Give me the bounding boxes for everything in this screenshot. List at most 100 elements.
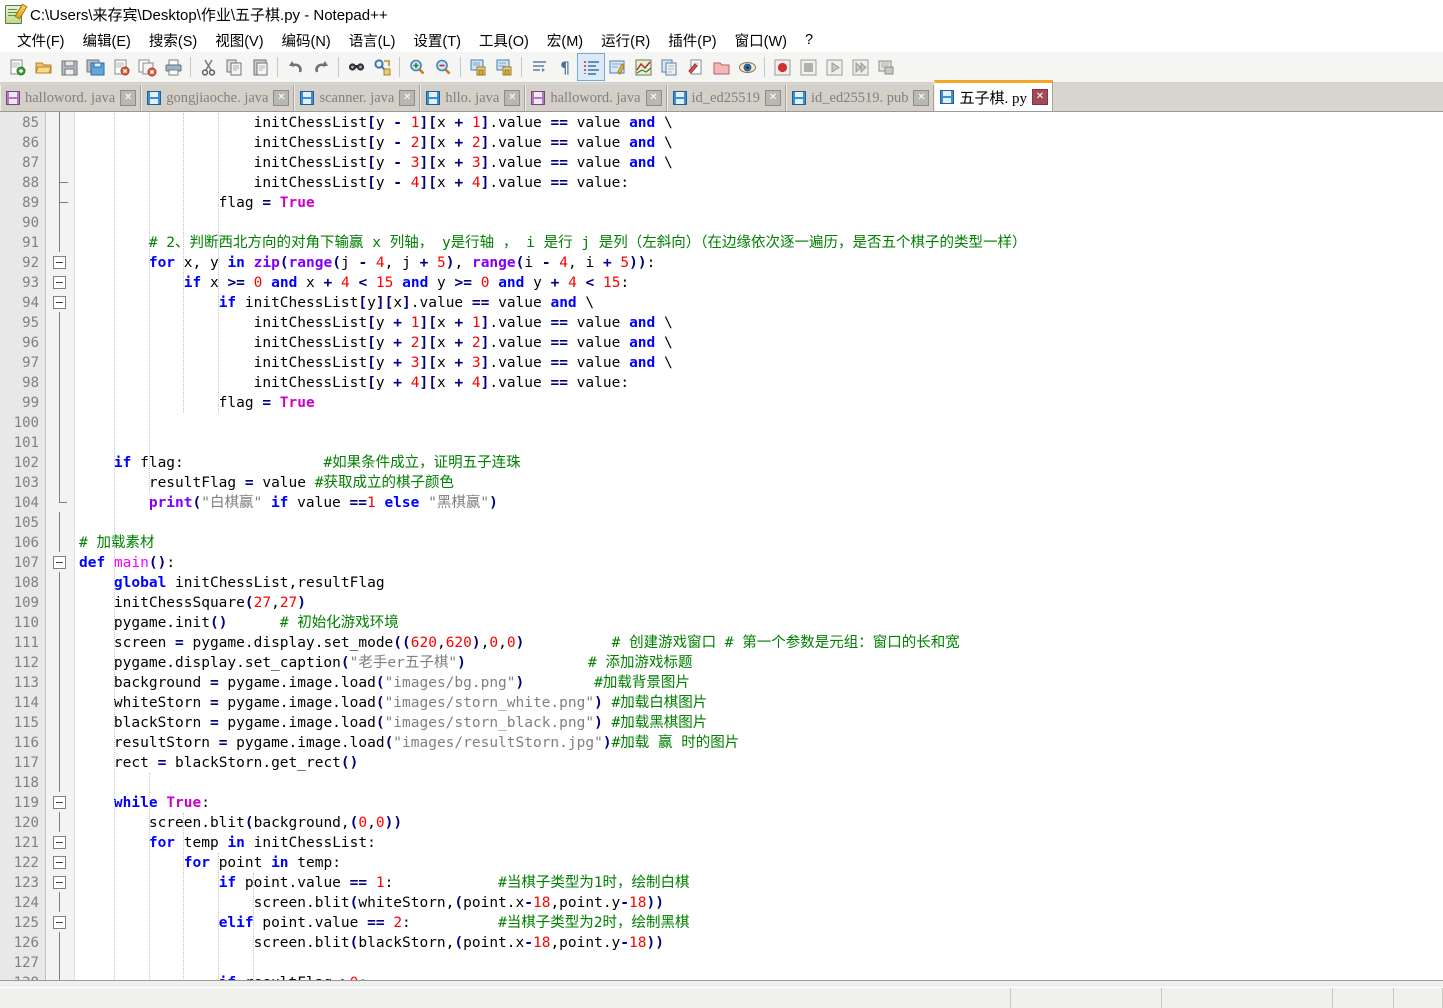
fold-row[interactable] [46, 872, 74, 892]
code-line[interactable]: resultStorn = pygame.image.load("images/… [75, 733, 1443, 753]
code-line[interactable]: resultFlag = value #获取成立的棋子颜色 [75, 473, 1443, 493]
code-line[interactable]: blackStorn = pygame.image.load("images/s… [75, 713, 1443, 733]
fold-row[interactable] [46, 672, 74, 692]
fold-row[interactable] [46, 572, 74, 592]
code-line[interactable]: while True: [75, 793, 1443, 813]
fold-toggle-icon[interactable] [53, 856, 66, 869]
save-icon[interactable] [56, 54, 82, 80]
fold-row[interactable] [46, 272, 74, 292]
code-line[interactable]: screen.blit(background,(0,0)) [75, 813, 1443, 833]
zoom-out-icon[interactable] [430, 54, 456, 80]
menu-window[interactable]: 窗口(W) [726, 28, 796, 53]
fold-toggle-icon[interactable] [53, 836, 66, 849]
fold-row[interactable] [46, 312, 74, 332]
code-line[interactable]: global initChessList,resultFlag [75, 573, 1443, 593]
code-line[interactable]: initChessList[y - 1][x + 1].value == val… [75, 113, 1443, 133]
code-line[interactable] [75, 433, 1443, 453]
fold-row[interactable] [46, 852, 74, 872]
code-line[interactable]: initChessList[y + 4][x + 4].value == val… [75, 373, 1443, 393]
code-line[interactable]: pygame.display.set_caption("老手er五子棋") # … [75, 653, 1443, 673]
code-line[interactable] [75, 773, 1443, 793]
fold-row[interactable] [46, 552, 74, 572]
close-all-icon[interactable] [134, 54, 160, 80]
tab-scanner-java[interactable]: scanner. java ✕ [294, 85, 421, 111]
code-line[interactable]: screen = pygame.display.set_mode((620,62… [75, 633, 1443, 653]
fold-row[interactable] [46, 432, 74, 452]
code-line[interactable] [75, 953, 1443, 973]
undo-icon[interactable] [282, 54, 308, 80]
fold-row[interactable] [46, 352, 74, 372]
monitoring-icon[interactable] [734, 54, 760, 80]
close-icon[interactable]: ✕ [120, 90, 137, 106]
paste-icon[interactable] [247, 54, 273, 80]
show-all-chars-icon[interactable]: ¶ [552, 54, 578, 80]
fold-row[interactable] [46, 772, 74, 792]
code-line[interactable]: for point in temp: [75, 853, 1443, 873]
play-multiple-macro-icon[interactable] [847, 54, 873, 80]
fold-row[interactable] [46, 652, 74, 672]
tab-halloword-java-2[interactable]: halloword. java ✕ [525, 85, 667, 111]
close-icon[interactable]: ✕ [273, 90, 290, 106]
menu-run[interactable]: 运行(R) [592, 28, 659, 53]
code-line[interactable]: if initChessList[y][x].value == value an… [75, 293, 1443, 313]
play-macro-icon[interactable] [821, 54, 847, 80]
stop-macro-icon[interactable] [795, 54, 821, 80]
fold-toggle-icon[interactable] [53, 916, 66, 929]
replace-icon[interactable] [369, 54, 395, 80]
tab-hllo-java[interactable]: hllo. java ✕ [420, 85, 526, 111]
code-line[interactable]: initChessList[y + 2][x + 2].value == val… [75, 333, 1443, 353]
show-doc-map-icon[interactable] [630, 54, 656, 80]
fold-row[interactable] [46, 412, 74, 432]
menu-file[interactable]: 文件(F) [8, 28, 74, 53]
code-line[interactable]: pygame.init() # 初始化游戏环境 [75, 613, 1443, 633]
record-macro-icon[interactable] [769, 54, 795, 80]
tab-id-ed25519-pub[interactable]: id_ed25519. pub ✕ [786, 85, 935, 111]
code-line[interactable]: flag = True [75, 393, 1443, 413]
fold-row[interactable] [46, 932, 74, 952]
print-icon[interactable] [160, 54, 186, 80]
code-line[interactable] [75, 413, 1443, 433]
fold-row[interactable] [46, 592, 74, 612]
function-list-icon[interactable] [656, 54, 682, 80]
code-line[interactable]: def main(): [75, 553, 1443, 573]
code-line[interactable]: if point.value == 1: #当棋子类型为1时，绘制白棋 [75, 873, 1443, 893]
fold-toggle-icon[interactable] [53, 796, 66, 809]
fold-row[interactable] [46, 892, 74, 912]
code-line[interactable]: if x >= 0 and x + 4 < 15 and y >= 0 and … [75, 273, 1443, 293]
menu-settings[interactable]: 设置(T) [404, 28, 470, 53]
fold-row[interactable] [46, 392, 74, 412]
fold-toggle-icon[interactable] [53, 556, 66, 569]
fold-row[interactable] [46, 972, 74, 980]
code-line[interactable]: if resultFlag >0: [75, 973, 1443, 980]
fold-row[interactable] [46, 632, 74, 652]
save-all-icon[interactable] [82, 54, 108, 80]
fold-row[interactable] [46, 612, 74, 632]
code-line[interactable]: rect = blackStorn.get_rect() [75, 753, 1443, 773]
fold-row[interactable] [46, 172, 74, 192]
fold-row[interactable] [46, 152, 74, 172]
tab-gongjiaoche-java[interactable]: gongjiaoche. java ✕ [141, 85, 295, 111]
tab-wuziqi-py[interactable]: 五子棋. py ✕ [934, 80, 1053, 111]
fold-row[interactable] [46, 192, 74, 212]
open-file-icon[interactable] [30, 54, 56, 80]
fold-row[interactable] [46, 912, 74, 932]
code-line[interactable]: for temp in initChessList: [75, 833, 1443, 853]
fold-row[interactable] [46, 832, 74, 852]
code-line[interactable]: screen.blit(blackStorn,(point.x-18,point… [75, 933, 1443, 953]
code-line[interactable]: elif point.value == 2: #当棋子类型为2时，绘制黑棋 [75, 913, 1443, 933]
fold-row[interactable] [46, 692, 74, 712]
code-line[interactable]: # 加载素材 [75, 533, 1443, 553]
tab-halloword-java-1[interactable]: halloword. java ✕ [0, 85, 142, 111]
menu-language[interactable]: 语言(L) [340, 28, 405, 53]
code-line[interactable]: initChessList[y - 2][x + 2].value == val… [75, 133, 1443, 153]
sync-horizontal-icon[interactable] [491, 54, 517, 80]
save-macro-icon[interactable] [873, 54, 899, 80]
code-line[interactable]: initChessList[y + 3][x + 3].value == val… [75, 353, 1443, 373]
code-line[interactable]: whiteStorn = pygame.image.load("images/s… [75, 693, 1443, 713]
menu-encoding[interactable]: 编码(N) [273, 28, 340, 53]
fold-row[interactable] [46, 472, 74, 492]
menu-help[interactable]: ? [796, 30, 822, 50]
fold-row[interactable] [46, 812, 74, 832]
fold-row[interactable] [46, 512, 74, 532]
close-icon[interactable]: ✕ [1031, 89, 1048, 105]
